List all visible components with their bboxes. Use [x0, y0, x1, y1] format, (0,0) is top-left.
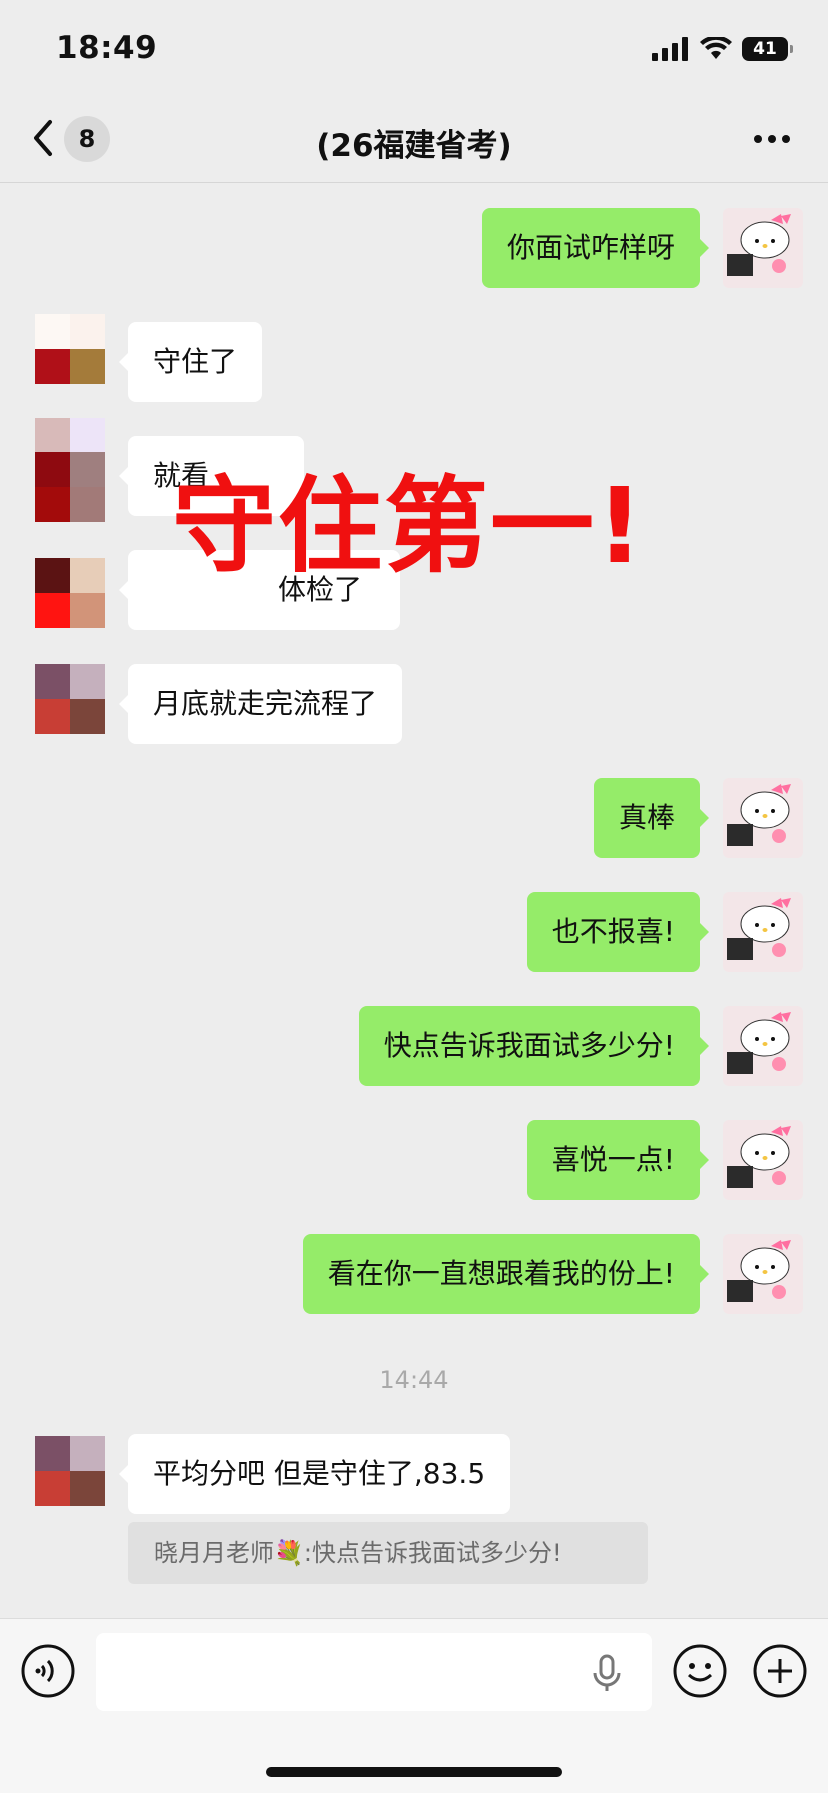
message-bubble-outgoing[interactable]: 快点告诉我面试多少分! — [358, 1006, 710, 1086]
my-avatar[interactable] — [723, 778, 803, 858]
signal-icon — [652, 37, 688, 61]
message-input[interactable] — [96, 1633, 652, 1711]
chat-header: 8 (26福建省考) — [0, 96, 828, 183]
message-bubble-outgoing[interactable]: 看在你一直想跟着我的份上! — [302, 1234, 710, 1314]
message-bubble-outgoing[interactable]: 喜悦一点! — [526, 1120, 710, 1200]
message-timestamp: 14:44 — [379, 1366, 449, 1394]
contact-avatar[interactable] — [35, 314, 105, 384]
voice-toggle-icon[interactable] — [20, 1643, 76, 1699]
message-bubble-outgoing[interactable]: 真棒 — [593, 778, 710, 858]
chat-title[interactable]: (26福建省考) — [0, 120, 828, 165]
my-avatar[interactable] — [723, 892, 803, 972]
contact-avatar-lower — [35, 452, 105, 522]
contact-avatar[interactable] — [35, 664, 105, 734]
home-indicator — [266, 1767, 562, 1777]
hello-kitty-avatar-icon — [723, 208, 803, 288]
input-bar — [0, 1618, 828, 1793]
hello-kitty-avatar-icon — [723, 892, 803, 972]
contact-avatar[interactable] — [35, 1436, 105, 1506]
battery-icon: 41 — [742, 37, 793, 61]
status-bar: 18:49 41 — [0, 0, 828, 96]
overlay-headline: 守住第一! — [172, 465, 646, 587]
status-icons: 41 — [652, 34, 793, 64]
message-bubble-outgoing[interactable]: 你面试咋样呀 — [481, 208, 710, 288]
status-time: 18:49 — [56, 30, 158, 66]
more-options-icon[interactable] — [750, 124, 794, 154]
message-bubble-incoming[interactable]: 平均分吧 但是守住了,83.5 — [118, 1434, 511, 1514]
emoji-icon[interactable] — [672, 1643, 728, 1699]
my-avatar[interactable] — [723, 1120, 803, 1200]
message-bubble-outgoing[interactable]: 也不报喜! — [526, 892, 710, 972]
quote-text: 快点告诉我面试多少分! — [311, 1539, 562, 1567]
message-bubble-incoming[interactable]: 月底就走完流程了 — [118, 664, 403, 744]
quoted-message[interactable]: 晓月月老师💐:快点告诉我面试多少分! — [128, 1522, 648, 1584]
my-avatar[interactable] — [723, 208, 803, 288]
hello-kitty-avatar-icon — [723, 1006, 803, 1086]
my-avatar[interactable] — [723, 1234, 803, 1314]
hello-kitty-avatar-icon — [723, 1234, 803, 1314]
wifi-icon — [700, 37, 732, 59]
add-icon[interactable] — [752, 1643, 808, 1699]
microphone-icon[interactable] — [590, 1653, 624, 1693]
hello-kitty-avatar-icon — [723, 1120, 803, 1200]
quote-sender: 晓月月老师💐: — [154, 1539, 312, 1567]
contact-avatar[interactable] — [35, 558, 105, 628]
my-avatar[interactable] — [723, 1006, 803, 1086]
hello-kitty-avatar-icon — [723, 778, 803, 858]
message-bubble-incoming[interactable]: 守住了 — [118, 322, 263, 402]
